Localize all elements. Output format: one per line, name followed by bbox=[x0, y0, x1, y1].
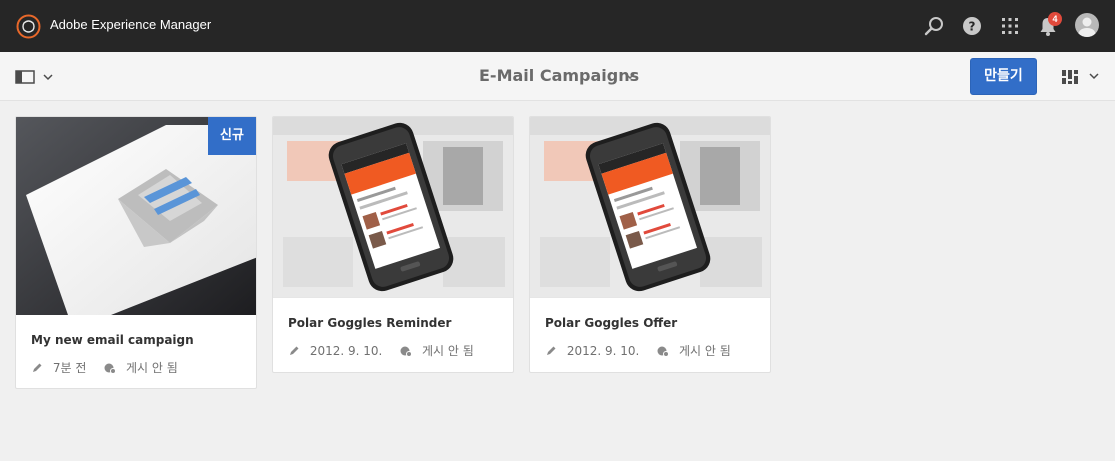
card-thumbnail[interactable]: 신규 bbox=[16, 117, 256, 315]
global-header: Adobe Experience Manager ? 4 bbox=[0, 0, 1115, 52]
adobe-logo-icon[interactable] bbox=[16, 14, 41, 39]
globe-unpublished-icon bbox=[657, 346, 670, 357]
mobile-phone-image bbox=[273, 117, 513, 297]
rail-toggle-icon[interactable] bbox=[15, 70, 55, 84]
action-bar: E-Mail Campaigns 만들기 bbox=[0, 52, 1115, 101]
help-icon[interactable]: ? bbox=[960, 14, 984, 38]
modified-date: 7분 전 bbox=[52, 361, 87, 375]
card-thumbnail[interactable] bbox=[273, 117, 513, 298]
view-switcher-icon[interactable] bbox=[1061, 69, 1101, 85]
globe-unpublished-icon bbox=[104, 363, 117, 374]
mobile-phone-image bbox=[530, 117, 770, 297]
search-icon[interactable] bbox=[922, 14, 946, 38]
app-title[interactable]: Adobe Experience Manager bbox=[50, 17, 211, 32]
card-meta: 7분 전 게시 안 됨 bbox=[31, 359, 178, 376]
pencil-icon bbox=[290, 346, 299, 355]
new-badge: 신규 bbox=[208, 117, 256, 155]
card-meta: 2012. 9. 10. 게시 안 됨 bbox=[545, 342, 731, 359]
notification-badge[interactable]: 4 bbox=[1048, 12, 1062, 26]
card-title[interactable]: My new email campaign bbox=[31, 333, 194, 347]
card-my-new-email-campaign[interactable]: 신규 My new email campaign 7분 전 게시 안 됨 bbox=[15, 116, 257, 389]
chevron-down-icon[interactable] bbox=[625, 73, 635, 80]
globe-unpublished-icon bbox=[400, 346, 413, 357]
publish-status: 게시 안 됨 bbox=[422, 344, 474, 358]
card-meta: 2012. 9. 10. 게시 안 됨 bbox=[288, 342, 474, 359]
modified-date: 2012. 9. 10. bbox=[309, 343, 383, 358]
card-thumbnail[interactable] bbox=[530, 117, 770, 298]
card-title[interactable]: Polar Goggles Reminder bbox=[288, 316, 451, 330]
create-button[interactable]: 만들기 bbox=[970, 58, 1037, 95]
user-avatar-icon[interactable] bbox=[1075, 13, 1099, 37]
user-silhouette-icon bbox=[1078, 17, 1096, 37]
card-polar-goggles-reminder[interactable]: Polar Goggles Reminder 2012. 9. 10. 게시 안… bbox=[272, 116, 514, 373]
pencil-icon bbox=[547, 346, 556, 355]
page-title[interactable]: E-Mail Campaigns bbox=[479, 66, 639, 85]
pencil-icon bbox=[33, 363, 42, 372]
modified-date: 2012. 9. 10. bbox=[566, 343, 640, 358]
card-title[interactable]: Polar Goggles Offer bbox=[545, 316, 677, 330]
publish-status: 게시 안 됨 bbox=[126, 361, 178, 375]
card-polar-goggles-offer[interactable]: Polar Goggles Offer 2012. 9. 10. 게시 안 됨 bbox=[529, 116, 771, 373]
publish-status: 게시 안 됨 bbox=[679, 344, 731, 358]
svg-text:?: ? bbox=[969, 20, 976, 34]
apps-grid-icon[interactable] bbox=[998, 14, 1022, 38]
